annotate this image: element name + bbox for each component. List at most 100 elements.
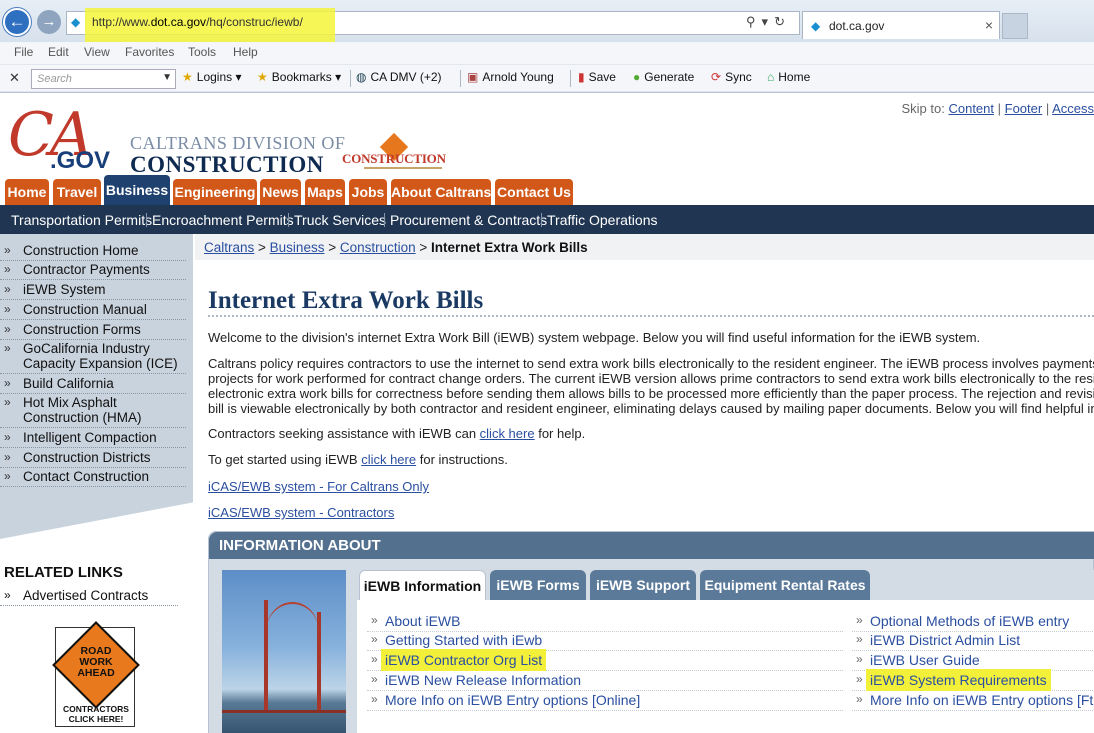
menu-favorites[interactable]: Favorites: [125, 45, 174, 59]
tab-home[interactable]: Home: [5, 179, 49, 205]
skip-label: Skip to:: [901, 101, 945, 116]
close-toolbar-icon[interactable]: ✕: [9, 70, 20, 86]
subnav-truck-services[interactable]: Truck Services: [294, 212, 386, 228]
menu-edit[interactable]: Edit: [48, 45, 69, 59]
link-optional-methods[interactable]: Optional Methods of iEWB entry: [852, 613, 1094, 632]
tab-equipment-rental-rates[interactable]: Equipment Rental Rates: [700, 570, 870, 600]
new-tab-button[interactable]: [1002, 13, 1028, 39]
tab-news[interactable]: News: [260, 179, 301, 205]
url-text[interactable]: http://www.dot.ca.gov/hq/construc/iewb/: [92, 15, 303, 29]
fav-logins[interactable]: ★ Logins ▾: [182, 70, 242, 84]
forward-button[interactable]: →: [37, 10, 61, 34]
sign-caption: CONTRACTORS CLICK HERE!: [56, 704, 136, 724]
toolbar-search-input[interactable]: Search ▼: [31, 69, 176, 89]
tab-iewb-support[interactable]: iEWB Support: [590, 570, 696, 600]
policy-line-2: projects for work performed for contract…: [208, 371, 1094, 386]
subnav-transportation-permits[interactable]: Transportation Permits: [11, 212, 152, 228]
tab-iewb-information[interactable]: iEWB Information: [359, 570, 486, 600]
menu-help[interactable]: Help: [233, 45, 258, 59]
instructions-click-here-link[interactable]: click here: [361, 452, 416, 467]
sidebar-item-iewb-system[interactable]: iEWB System: [0, 282, 186, 300]
breadcrumb-separator: >: [324, 240, 340, 255]
back-button[interactable]: ←: [3, 8, 31, 36]
menu-tools[interactable]: Tools: [188, 45, 216, 59]
tab-travel[interactable]: Travel: [53, 179, 101, 205]
related-link-advertised-contracts[interactable]: Advertised Contracts: [0, 588, 178, 606]
globe-icon: ◍: [356, 70, 367, 84]
fav-sync[interactable]: ⟳ Sync: [711, 70, 752, 84]
skip-footer-link[interactable]: Footer: [1005, 101, 1043, 116]
sidebar-item-gocalifornia-ice[interactable]: GoCalifornia Industry Capacity Expansion…: [0, 341, 186, 374]
tab-engineering[interactable]: Engineering: [173, 179, 257, 205]
sidebar-item-contractor-payments[interactable]: Contractor Payments: [0, 262, 186, 280]
fav-ca-dmv[interactable]: ◍ CA DMV (+2): [356, 70, 442, 84]
search-icon[interactable]: ⚲: [746, 14, 762, 29]
tab-contact-us[interactable]: Contact Us: [495, 179, 573, 205]
fav-label: Home: [778, 70, 811, 84]
help-click-here-link[interactable]: click here: [480, 426, 535, 441]
link-district-admin-list[interactable]: iEWB District Admin List: [852, 632, 1094, 651]
road-work-ahead-banner[interactable]: ROAD WORK AHEAD CONTRACTORS CLICK HERE!: [52, 621, 140, 727]
sidebar-item-contact-construction[interactable]: Contact Construction: [0, 469, 186, 487]
skip-access-link[interactable]: Access: [1052, 101, 1094, 116]
tab-jobs[interactable]: Jobs: [349, 179, 387, 205]
link-contractor-org-list[interactable]: iEWB Contractor Org List: [367, 649, 843, 671]
divider: [384, 213, 385, 227]
fav-generate[interactable]: ● Generate: [633, 70, 694, 84]
breadcrumb-caltrans[interactable]: Caltrans: [204, 240, 254, 255]
subnav-procurement-contracts[interactable]: Procurement & Contracts: [390, 212, 547, 228]
sidebar-item-construction-manual[interactable]: Construction Manual: [0, 302, 186, 320]
policy-line-1: Caltrans policy requires contractors to …: [208, 356, 1094, 371]
icas-caltrans-link[interactable]: iCAS/EWB system - For Caltrans Only: [208, 479, 429, 494]
link-system-requirements[interactable]: iEWB System Requirements: [852, 669, 1094, 691]
start-post: for instructions.: [416, 452, 508, 467]
fav-save[interactable]: ▮ Save: [578, 70, 616, 84]
home-icon: ⌂: [767, 70, 775, 84]
skip-content-link[interactable]: Content: [948, 101, 994, 116]
search-placeholder: Search: [37, 73, 72, 85]
sidebar-item-intelligent-compaction[interactable]: Intelligent Compaction: [0, 430, 186, 448]
menu-view[interactable]: View: [84, 45, 110, 59]
sidebar-item-construction-districts[interactable]: Construction Districts: [0, 450, 186, 468]
link-entry-options-online[interactable]: More Info on iEWB Entry options [Online]: [367, 692, 843, 711]
close-tab-icon[interactable]: ×: [985, 17, 993, 33]
ca-gov-logo[interactable]: CA .GOV: [8, 105, 110, 177]
tab-maps[interactable]: Maps: [305, 179, 345, 205]
address-row: ← → ◆ http://www.dot.ca.gov/hq/construc/…: [0, 0, 1094, 45]
menu-file[interactable]: File: [14, 45, 33, 59]
highlighted-text: iEWB System Requirements: [866, 669, 1051, 691]
fav-label: Logins: [196, 70, 233, 84]
icas-caltrans-row: iCAS/EWB system - For Caltrans Only: [208, 479, 429, 494]
sidebar-item-construction-home[interactable]: Construction Home: [0, 243, 186, 261]
refresh-icon[interactable]: ↻: [774, 14, 791, 29]
tab-iewb-forms[interactable]: iEWB Forms: [490, 570, 586, 600]
chevron-down-icon[interactable]: ▼: [162, 72, 172, 83]
welcome-text: Welcome to the division's internet Extra…: [208, 330, 981, 345]
web-page: Skip to: Content | Footer | Access CA .G…: [0, 93, 1094, 733]
arrow-right-icon: →: [41, 13, 57, 30]
fav-bookmarks[interactable]: ★ Bookmarks ▾: [257, 70, 341, 84]
url-prefix: http://www.: [92, 15, 151, 29]
breadcrumb: Caltrans > Business > Construction > Int…: [195, 234, 1094, 260]
divider: [541, 213, 542, 227]
sidebar-item-hot-mix-asphalt[interactable]: Hot Mix Asphalt Construction (HMA): [0, 395, 186, 428]
link-new-release-info[interactable]: iEWB New Release Information: [367, 672, 843, 691]
policy-line-3: electronic extra work bills for correctn…: [208, 386, 1094, 401]
dropdown-icon[interactable]: ▾: [762, 14, 775, 29]
sidebar-item-construction-forms[interactable]: Construction Forms: [0, 322, 186, 340]
link-entry-options-ftp[interactable]: More Info on iEWB Entry options [Ftp]: [852, 692, 1094, 711]
link-about-iewb[interactable]: About iEWB: [367, 613, 843, 632]
tab-about-caltrans[interactable]: About Caltrans: [391, 179, 491, 205]
fav-home[interactable]: ⌂ Home: [767, 70, 810, 84]
subnav-traffic-operations[interactable]: Traffic Operations: [547, 212, 658, 228]
icas-contractors-link[interactable]: iCAS/EWB system - Contractors: [208, 505, 394, 520]
bridge-cable: [266, 602, 319, 662]
breadcrumb-construction[interactable]: Construction: [340, 240, 416, 255]
browser-tab[interactable]: ◆ dot.ca.gov ×: [802, 11, 1000, 39]
sidebar-item-build-california[interactable]: Build California: [0, 376, 186, 394]
breadcrumb-business[interactable]: Business: [270, 240, 325, 255]
fav-arnold-young[interactable]: ▣ Arnold Young: [467, 70, 554, 84]
subnav-encroachment-permits[interactable]: Encroachment Permits: [152, 212, 294, 228]
tab-business[interactable]: Business: [104, 175, 170, 205]
sync-icon: ⟳: [711, 70, 722, 84]
